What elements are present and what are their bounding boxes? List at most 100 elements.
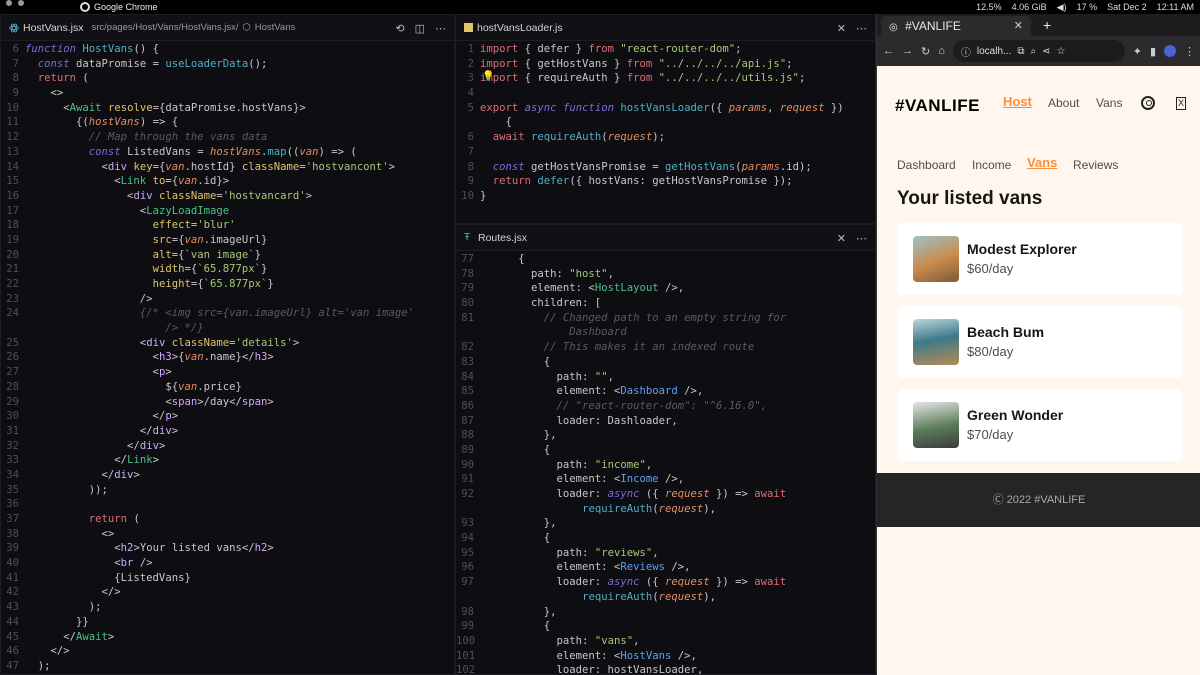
- code-line[interactable]: 46 </>: [1, 644, 454, 659]
- code-line[interactable]: 11 {(hostVans) => {: [1, 115, 454, 130]
- share-icon[interactable]: ⋖: [1042, 46, 1050, 57]
- extensions-icon[interactable]: ✦: [1133, 45, 1142, 58]
- code-line[interactable]: 18 effect='blur': [1, 218, 454, 233]
- code-line[interactable]: 98 },: [456, 605, 875, 620]
- tab-hostvans[interactable]: HostVans.jsx src/pages/Host/Vans/HostVan…: [1, 15, 303, 41]
- code-line[interactable]: 38 <>: [1, 527, 454, 542]
- lightbulb-icon[interactable]: 💡: [482, 71, 494, 82]
- code-line[interactable]: 7: [456, 145, 875, 160]
- code-line[interactable]: 32 </div>: [1, 439, 454, 454]
- code-line[interactable]: 12 // Map through the vans data: [1, 130, 454, 145]
- site-info-icon[interactable]: ⓘ: [961, 44, 971, 59]
- subnav-income[interactable]: Income: [972, 158, 1011, 172]
- code-line[interactable]: 77 {: [456, 252, 875, 267]
- code-line[interactable]: 8 const getHostVansPromise = getHostVans…: [456, 160, 875, 175]
- code-line[interactable]: 10 <Await resolve={dataPromise.hostVans}…: [1, 101, 454, 116]
- subnav-reviews[interactable]: Reviews: [1073, 158, 1118, 172]
- code-line[interactable]: {: [456, 115, 875, 130]
- van-card[interactable]: Modest Explorer $60/day: [897, 223, 1183, 295]
- code-editor[interactable]: 1 import { defer } from "react-router-dom…: [456, 42, 875, 223]
- code-line[interactable]: 6 function HostVans() {: [1, 42, 454, 57]
- code-line[interactable]: 41 {ListedVans}: [1, 571, 454, 586]
- van-card[interactable]: Green Wonder $70/day: [897, 389, 1183, 461]
- code-line[interactable]: 92 loader: async ({ request }) => await: [456, 487, 875, 502]
- address-bar[interactable]: ⓘ localh... ⧉ ⌕ ⋖ ☆: [952, 40, 1125, 62]
- code-line[interactable]: 15 <Link to={van.id}>: [1, 174, 454, 189]
- code-line[interactable]: 95 path: "reviews",: [456, 546, 875, 561]
- menu-icon[interactable]: ⋮: [1184, 45, 1195, 58]
- code-line[interactable]: 100 path: "vans",: [456, 634, 875, 649]
- code-line[interactable]: 30 </p>: [1, 409, 454, 424]
- volume-icon[interactable]: ◀︎): [1057, 0, 1067, 14]
- code-line[interactable]: 21 width={`65.877px`}: [1, 262, 454, 277]
- code-line[interactable]: 36: [1, 497, 454, 512]
- code-line[interactable]: requireAuth(request),: [456, 502, 875, 517]
- new-tab-icon[interactable]: +: [1043, 16, 1051, 34]
- tab-hostvansloader[interactable]: hostVansLoader.js: [456, 15, 571, 41]
- code-line[interactable]: 16 <div className='hostvancard'>: [1, 189, 454, 204]
- code-line[interactable]: 28 ${van.price}: [1, 380, 454, 395]
- code-line[interactable]: 22 height={`65.877px`}: [1, 277, 454, 292]
- home-icon[interactable]: ⌂: [938, 45, 945, 57]
- code-line[interactable]: 102 loader: hostVansLoader,: [456, 663, 875, 674]
- code-line[interactable]: 23 />: [1, 292, 454, 307]
- code-line[interactable]: 4: [456, 86, 875, 101]
- open-in-icon[interactable]: ⧉: [1017, 46, 1024, 57]
- code-line[interactable]: 84 path: "",: [456, 370, 875, 385]
- workspace-dot-icon[interactable]: [6, 0, 12, 6]
- nav-link-about[interactable]: About: [1048, 96, 1079, 110]
- code-line[interactable]: 83 {: [456, 355, 875, 370]
- code-line[interactable]: 3 import { requireAuth } from "../../../.…: [456, 71, 875, 86]
- code-line[interactable]: 27 <p>: [1, 365, 454, 380]
- code-line[interactable]: 82 // This makes it an indexed route: [456, 340, 875, 355]
- site-logo[interactable]: #VANLIFE: [895, 96, 980, 116]
- code-line[interactable]: 34 </div>: [1, 468, 454, 483]
- code-line[interactable]: 47 );: [1, 659, 454, 674]
- code-line[interactable]: 17 <LazyLoadImage: [1, 204, 454, 219]
- code-editor[interactable]: 77 {78 path: "host", 79 element: <HostLay…: [456, 252, 875, 674]
- code-line[interactable]: 40 <br />: [1, 556, 454, 571]
- code-line[interactable]: 94 {: [456, 531, 875, 546]
- code-line[interactable]: 5 export async function hostVansLoader({ …: [456, 101, 875, 116]
- code-line[interactable]: 2 import { getHostVans } from "../../../.…: [456, 57, 875, 72]
- nav-link-vans[interactable]: Vans: [1096, 96, 1122, 110]
- code-line[interactable]: 99 {: [456, 619, 875, 634]
- code-line[interactable]: /> */}: [1, 321, 454, 336]
- subnav-dashboard[interactable]: Dashboard: [897, 158, 956, 172]
- code-line[interactable]: 87 loader: Dashloader,: [456, 414, 875, 429]
- code-line[interactable]: 14 <div key={van.hostId} className='host…: [1, 160, 454, 175]
- code-line[interactable]: 37 return (: [1, 512, 454, 527]
- code-line[interactable]: 96 element: <Reviews />,: [456, 560, 875, 575]
- breadcrumb-symbol[interactable]: HostVans: [255, 22, 295, 33]
- close-tab-icon[interactable]: ✕: [837, 22, 846, 35]
- more-actions-icon[interactable]: ⋯: [856, 22, 867, 35]
- close-tab-icon[interactable]: ✕: [837, 232, 846, 245]
- code-line[interactable]: 1 import { defer } from "react-router-dom…: [456, 42, 875, 57]
- code-line[interactable]: 79 element: <HostLayout />,: [456, 281, 875, 296]
- logout-button[interactable]: X: [1176, 97, 1186, 110]
- code-line[interactable]: 9 <>: [1, 86, 454, 101]
- code-line[interactable]: 89 {: [456, 443, 875, 458]
- workspace-dot-icon[interactable]: [18, 0, 24, 6]
- back-icon[interactable]: ←: [883, 45, 894, 57]
- code-line[interactable]: 43 );: [1, 600, 454, 615]
- code-line[interactable]: 29 <span>/day</span>: [1, 395, 454, 410]
- code-editor[interactable]: 6 function HostVans() {7 const dataPromis…: [1, 42, 454, 674]
- code-line[interactable]: 90 path: "income",: [456, 458, 875, 473]
- code-line[interactable]: 13 const ListedVans = hostVans.map((van)…: [1, 145, 454, 160]
- code-line[interactable]: 35 ));: [1, 483, 454, 498]
- nav-link-host[interactable]: Host: [1003, 94, 1032, 109]
- code-line[interactable]: 8 return (: [1, 71, 454, 86]
- code-line[interactable]: 97 loader: async ({ request }) => await: [456, 575, 875, 590]
- code-line[interactable]: requireAuth(request),: [456, 590, 875, 605]
- code-line[interactable]: 78 path: "host",: [456, 267, 875, 282]
- van-card[interactable]: Beach Bum $80/day: [897, 306, 1183, 378]
- profile-icon[interactable]: [1164, 45, 1176, 57]
- close-tab-icon[interactable]: ✕: [1014, 16, 1023, 36]
- split-editor-icon[interactable]: ◫: [415, 22, 425, 35]
- code-line[interactable]: 93 },: [456, 516, 875, 531]
- zoom-icon[interactable]: ⌕: [1030, 46, 1036, 57]
- code-line[interactable]: 26 <h3>{van.name}</h3>: [1, 350, 454, 365]
- code-line[interactable]: 81 // Changed path to an empty string fo…: [456, 311, 875, 326]
- code-line[interactable]: 9 return defer({ hostVans: getHostVansPr…: [456, 174, 875, 189]
